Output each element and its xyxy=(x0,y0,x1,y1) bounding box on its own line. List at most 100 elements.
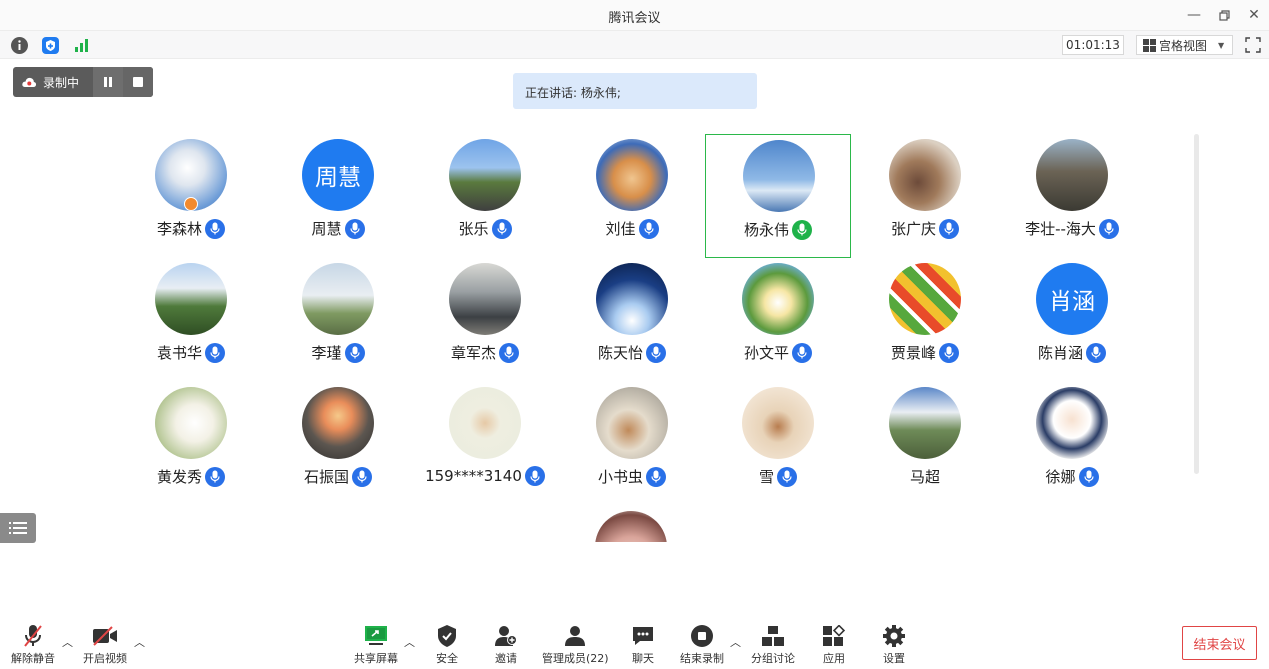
stop-record-button[interactable] xyxy=(123,67,153,97)
mic-icon xyxy=(1086,342,1106,363)
participant-name-line: 石振国 xyxy=(265,466,411,487)
pause-icon xyxy=(104,77,112,87)
unmute-label: 解除静音 xyxy=(11,652,55,665)
participant-avatar xyxy=(742,263,814,335)
participant-tile[interactable]: 刘佳 xyxy=(559,134,705,258)
participant-tile[interactable]: 李瑾 xyxy=(265,258,411,382)
restore-icon[interactable] xyxy=(1213,5,1235,25)
participant-tile[interactable]: 周慧 周慧 xyxy=(265,134,411,258)
participant-tile[interactable]: 肖涵 陈肖涵 xyxy=(999,258,1145,382)
participant-name-line: 袁书华 xyxy=(118,342,264,363)
mic-icon xyxy=(638,218,659,239)
participant-avatar-partial[interactable] xyxy=(595,511,667,542)
participant-tile[interactable]: 石振国 xyxy=(265,382,411,506)
invite-button[interactable]: 邀请 xyxy=(493,624,519,666)
start-video-button[interactable]: 开启视频 xyxy=(83,624,127,666)
speaking-prefix: 正在讲话: xyxy=(525,86,581,100)
grid-scrollbar[interactable] xyxy=(1194,134,1199,474)
mic-icon xyxy=(491,218,512,239)
mic-icon xyxy=(777,466,797,487)
add-user-icon xyxy=(493,624,519,648)
participant-tile[interactable]: 徐娜 xyxy=(999,382,1145,506)
participant-tile[interactable]: 张乐 xyxy=(412,134,558,258)
mic-icon xyxy=(939,342,959,363)
participant-name: 张乐 xyxy=(458,220,489,238)
recording-status: 录制中 xyxy=(13,67,93,97)
participant-avatar xyxy=(1036,387,1108,459)
unmute-button[interactable]: 解除静音 xyxy=(11,624,55,666)
security-label: 安全 xyxy=(436,652,458,665)
manage-members-button[interactable]: 管理成员(22) xyxy=(542,624,609,666)
participant-name: 雪 xyxy=(758,468,774,486)
participant-tile[interactable]: 马超 xyxy=(852,382,998,506)
participant-tile[interactable]: 李壮--海大 xyxy=(999,134,1145,258)
members-label: 管理成员(22) xyxy=(542,652,609,665)
speaking-names: 杨永伟; xyxy=(580,86,621,100)
participant-avatar xyxy=(302,387,374,459)
participant-tile[interactable]: 李森林 xyxy=(118,134,264,258)
record-options-caret[interactable]: ︿ xyxy=(730,634,741,650)
end-meeting-button[interactable]: 结束会议 xyxy=(1182,626,1257,660)
participant-tile[interactable]: 袁书华 xyxy=(118,258,264,382)
participant-tile[interactable]: 贾景峰 xyxy=(852,258,998,382)
settings-label: 设置 xyxy=(883,652,905,665)
chat-icon xyxy=(630,624,656,648)
video-options-caret[interactable]: ︿ xyxy=(134,634,145,650)
mic-icon xyxy=(344,218,365,239)
share-options-caret[interactable]: ︿ xyxy=(404,634,415,650)
participant-name-line: 小书虫 xyxy=(559,466,705,487)
participant-tile[interactable]: 孙文平 xyxy=(705,258,851,382)
participant-avatar xyxy=(302,263,374,335)
mic-icon xyxy=(939,218,959,239)
participant-avatar: 周慧 xyxy=(302,139,374,211)
grid-icon xyxy=(1143,38,1156,52)
participant-tile[interactable]: 159****3140 xyxy=(412,382,558,506)
participant-avatar xyxy=(449,387,521,459)
share-screen-button[interactable]: 共享屏幕 xyxy=(354,624,398,666)
audio-options-caret[interactable]: ︿ xyxy=(62,634,73,650)
close-icon[interactable]: ✕ xyxy=(1243,5,1265,25)
pause-record-button[interactable] xyxy=(93,67,123,97)
minimize-icon[interactable]: — xyxy=(1183,5,1205,25)
member-list-toggle[interactable] xyxy=(0,513,36,543)
title-bar: 腾讯会议 — ✕ xyxy=(0,0,1269,30)
stop-icon xyxy=(133,77,143,87)
participant-name-line: 贾景峰 xyxy=(852,342,998,363)
participant-tile[interactable]: 陈天怡 xyxy=(559,258,705,382)
participant-tile[interactable]: 张广庆 xyxy=(852,134,998,258)
security-shield-icon xyxy=(434,624,460,648)
fullscreen-icon[interactable] xyxy=(1244,36,1262,54)
settings-button[interactable]: 设置 xyxy=(881,624,907,666)
participant-tile[interactable]: 黄发秀 xyxy=(118,382,264,506)
participant-tile[interactable]: 杨永伟 xyxy=(705,134,851,258)
mic-icon xyxy=(646,466,666,487)
security-button[interactable]: 安全 xyxy=(434,624,460,666)
participant-name-line: 159****3140 xyxy=(412,466,558,486)
view-mode-dropdown[interactable]: 宫格视图 ▼ xyxy=(1136,35,1233,55)
speaking-mic-icon xyxy=(792,219,812,240)
apps-button[interactable]: 应用 xyxy=(821,624,847,666)
participant-name: 贾景峰 xyxy=(890,344,936,362)
chevron-down-icon: ▼ xyxy=(1218,40,1225,50)
video-label: 开启视频 xyxy=(83,652,127,665)
participant-name-line: 李壮--海大 xyxy=(999,218,1145,239)
info-icon[interactable] xyxy=(11,37,28,54)
participant-tile[interactable]: 章军杰 xyxy=(412,258,558,382)
chat-label: 聊天 xyxy=(632,652,654,665)
participant-name-line: 徐娜 xyxy=(999,466,1145,487)
participant-tile[interactable]: 小书虫 xyxy=(559,382,705,506)
breakout-button[interactable]: 分组讨论 xyxy=(751,624,795,666)
stop-recording-button[interactable]: 结束录制 xyxy=(680,624,724,666)
chat-button[interactable]: 聊天 xyxy=(630,624,656,666)
meeting-window: 腾讯会议 — ✕ 01:01:13 宫格视图 ▼ 录制中 正在讲话: 杨永伟; … xyxy=(0,0,1269,669)
participant-avatar xyxy=(449,263,521,335)
cloud-record-icon xyxy=(22,77,37,87)
shield-icon[interactable] xyxy=(42,37,59,54)
signal-icon[interactable] xyxy=(73,37,90,54)
recording-label: 录制中 xyxy=(43,75,80,90)
meeting-timer: 01:01:13 xyxy=(1062,35,1124,55)
participant-tile[interactable]: 雪 xyxy=(705,382,851,506)
participant-name: 李壮--海大 xyxy=(1025,220,1096,238)
invite-label: 邀请 xyxy=(495,652,517,665)
breakout-label: 分组讨论 xyxy=(751,652,795,665)
